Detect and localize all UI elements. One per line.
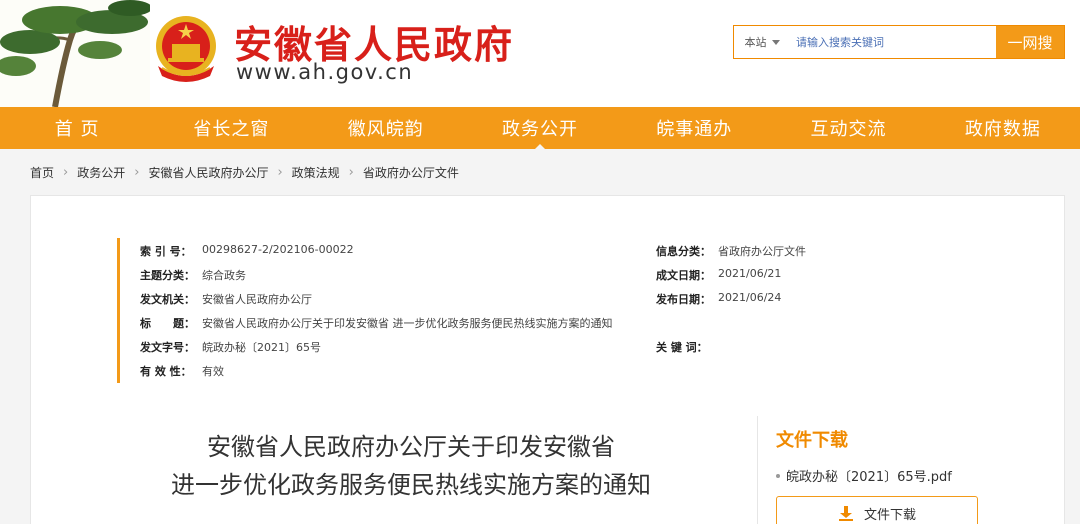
breadcrumb-government-affairs[interactable]: 政务公开: [77, 164, 125, 181]
document-title-line: 安徽省人民政府办公厅关于印发安徽省: [207, 433, 615, 461]
national-emblem-icon: [156, 16, 216, 82]
meta-label: 发文字号：: [140, 341, 195, 354]
header: 安徽省人民政府 www.ah.gov.cn 本站 一网搜: [0, 0, 1080, 107]
chevron-right-icon: ›: [63, 164, 69, 180]
breadcrumb-general-office[interactable]: 安徽省人民政府办公厅: [148, 164, 268, 181]
content-panel: 索 引 号： 00298627-2/202106-00022 信息分类： 省政府…: [30, 195, 1065, 524]
meta-row-topic: 主题分类： 综合政务: [140, 267, 246, 285]
chevron-right-icon: ›: [134, 164, 140, 180]
meta-label: 主题分类：: [140, 269, 195, 282]
file-download-button[interactable]: 文件下载: [776, 496, 978, 524]
meta-label: 发布日期：: [656, 293, 711, 306]
document-title-line: 进一步优化政务服务便民热线实施方案的通知: [171, 471, 651, 499]
meta-value: 安徽省人民政府办公厅: [202, 293, 312, 306]
search-scope-dropdown[interactable]: 本站: [734, 26, 790, 58]
nav-item-governor[interactable]: 省长之窗: [154, 107, 308, 149]
meta-label: 索 引 号：: [140, 245, 192, 258]
breadcrumb-office-documents[interactable]: 省政府办公厅文件: [363, 164, 459, 181]
meta-label: 关 键 词：: [656, 341, 708, 354]
meta-row-validity: 有 效 性： 有效: [140, 363, 224, 381]
download-icon: [838, 506, 853, 521]
meta-row-keywords: 关 键 词：: [656, 339, 718, 357]
search-input[interactable]: [790, 26, 996, 58]
meta-label: 信息分类：: [656, 245, 711, 258]
page: 安徽省人民政府 www.ah.gov.cn 本站 一网搜 首 页 省长之窗 徽风…: [0, 0, 1080, 524]
meta-row-category: 信息分类： 省政府办公厅文件: [656, 243, 806, 261]
main-nav: 首 页 省长之窗 徽风皖韵 政务公开 皖事通办 互动交流 政府数据: [0, 107, 1080, 150]
meta-value: 2021/06/21: [718, 267, 782, 280]
meta-value: 综合政务: [202, 269, 246, 282]
meta-row-written-date: 成文日期： 2021/06/21: [656, 267, 781, 285]
chevron-right-icon: ›: [277, 164, 283, 180]
file-download-panel: 文件下载 皖政办秘〔2021〕65号.pdf 文件下载: [757, 416, 1047, 524]
document-title: 安徽省人民政府办公厅关于印发安徽省 进一步优化政务服务便民热线实施方案的通知: [121, 428, 701, 504]
meta-value: 皖政办秘〔2021〕65号: [202, 341, 321, 354]
meta-row-issuer: 发文机关： 安徽省人民政府办公厅: [140, 291, 312, 309]
search-box: 本站 一网搜: [733, 25, 1065, 59]
nav-item-services[interactable]: 皖事通办: [617, 107, 771, 149]
breadcrumb-home[interactable]: 首页: [30, 164, 54, 181]
nav-item-interaction[interactable]: 互动交流: [771, 107, 925, 149]
file-download-button-label: 文件下载: [863, 507, 916, 523]
file-download-heading: 文件下载: [776, 430, 848, 451]
chevron-down-icon: [771, 39, 780, 45]
meta-label: 有 效 性：: [140, 365, 192, 378]
meta-label: 标 题：: [140, 317, 195, 330]
pine-tree-logo: [0, 0, 150, 107]
meta-value: 安徽省人民政府办公厅关于印发安徽省 进一步优化政务服务便民热线实施方案的通知: [202, 317, 613, 330]
meta-row-index: 索 引 号： 00298627-2/202106-00022: [140, 243, 354, 261]
search-scope-label: 本站: [744, 36, 767, 49]
site-url: www.ah.gov.cn: [236, 60, 414, 84]
download-file-name: 皖政办秘〔2021〕65号.pdf: [786, 470, 952, 485]
meta-value: 2021/06/24: [718, 291, 782, 304]
download-file-link[interactable]: 皖政办秘〔2021〕65号.pdf: [776, 466, 952, 485]
nav-item-home[interactable]: 首 页: [0, 107, 154, 149]
meta-row-published-date: 发布日期： 2021/06/24: [656, 291, 781, 309]
breadcrumb-policies[interactable]: 政策法规: [292, 164, 340, 181]
meta-row-doc-number: 发文字号： 皖政办秘〔2021〕65号: [140, 339, 321, 357]
meta-label: 成文日期：: [656, 269, 711, 282]
meta-value: 00298627-2/202106-00022: [202, 243, 354, 256]
nav-item-culture[interactable]: 徽风皖韵: [309, 107, 463, 149]
bullet-icon: [776, 473, 780, 478]
meta-label: 发文机关：: [140, 293, 195, 306]
document-metadata: 索 引 号： 00298627-2/202106-00022 信息分类： 省政府…: [117, 238, 957, 383]
meta-value: 有效: [202, 365, 224, 378]
chevron-right-icon: ›: [348, 164, 354, 180]
nav-item-data[interactable]: 政府数据: [926, 107, 1080, 149]
meta-value: 省政府办公厅文件: [718, 245, 806, 258]
breadcrumb: 首页 › 政务公开 › 安徽省人民政府办公厅 › 政策法规 › 省政府办公厅文件: [30, 162, 459, 182]
meta-row-title: 标 题： 安徽省人民政府办公厅关于印发安徽省 进一步优化政务服务便民热线实施方案…: [140, 315, 613, 333]
search-button[interactable]: 一网搜: [996, 26, 1064, 58]
nav-item-government-affairs[interactable]: 政务公开: [463, 107, 617, 150]
